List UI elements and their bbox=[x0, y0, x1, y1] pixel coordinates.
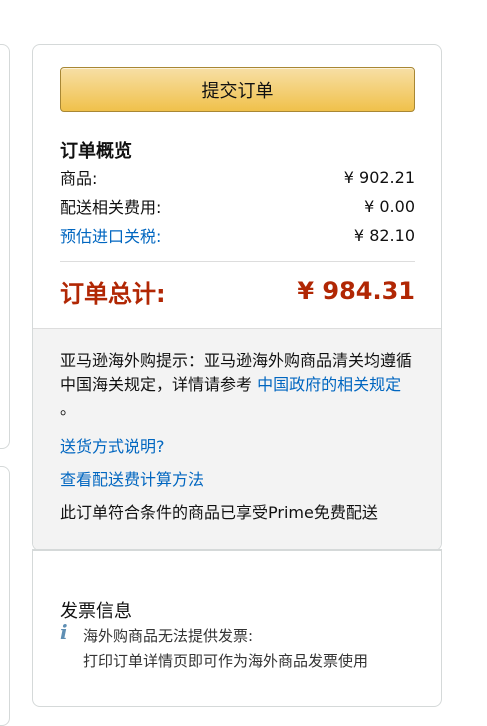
order-total-value: ¥ 984.31 bbox=[297, 277, 415, 305]
invoice-line-1: 海外购商品无法提供发票: bbox=[83, 627, 254, 645]
order-total-label: 订单总计: bbox=[60, 279, 166, 308]
prime-shipping-note: 此订单符合条件的商品已享受Prime免费配送 bbox=[60, 503, 378, 522]
submit-order-button[interactable]: 提交订单 bbox=[60, 67, 415, 112]
order-summary-box: 提交订单 订单概览 商品: ¥ 902.21 配送相关费用: ¥ 0.00 预估… bbox=[32, 44, 442, 551]
invoice-box: 发票信息 i 海外购商品无法提供发票: 打印订单详情页即可作为海外商品发票使用 bbox=[32, 549, 442, 707]
shipping-fee-line: 配送相关费用: ¥ 0.00 bbox=[60, 194, 415, 218]
invoice-title: 发票信息 bbox=[60, 601, 132, 622]
order-summary-title: 订单概览 bbox=[60, 141, 132, 162]
shipping-fee-value: ¥ 0.00 bbox=[364, 196, 415, 216]
shipping-method-link[interactable]: 送货方式说明? bbox=[60, 433, 165, 457]
customs-regulation-link[interactable]: 中国政府的相关规定 bbox=[257, 375, 401, 394]
customs-notice: 亚马逊海外购提示：亚马逊海外购商品清关均遵循中国海关规定，详情请参考 中国政府的… bbox=[60, 349, 416, 421]
items-label: 商品: bbox=[60, 169, 98, 188]
info-icon: i bbox=[60, 620, 68, 644]
left-panel-fragment-bottom bbox=[0, 466, 10, 726]
shipping-fee-calc-link[interactable]: 查看配送费计算方法 bbox=[60, 466, 204, 490]
summary-divider bbox=[60, 261, 415, 262]
invoice-line-2: 打印订单详情页即可作为海外商品发票使用 bbox=[83, 652, 369, 670]
left-panel-fragment-top bbox=[0, 44, 10, 449]
order-total-line: 订单总计: ¥ 984.31 bbox=[60, 275, 415, 308]
shipping-info-area: 亚马逊海外购提示：亚马逊海外购商品清关均遵循中国海关规定，详情请参考 中国政府的… bbox=[33, 328, 441, 550]
items-value: ¥ 902.21 bbox=[343, 167, 415, 187]
import-duty-line: 预估进口关税: ¥ 82.10 bbox=[60, 223, 415, 247]
shipping-fee-label: 配送相关费用: bbox=[60, 198, 162, 217]
import-duty-link[interactable]: 预估进口关税: bbox=[60, 223, 161, 247]
import-duty-value: ¥ 82.10 bbox=[353, 225, 415, 245]
items-line: 商品: ¥ 902.21 bbox=[60, 165, 415, 189]
customs-notice-tail: 。 bbox=[60, 399, 77, 418]
